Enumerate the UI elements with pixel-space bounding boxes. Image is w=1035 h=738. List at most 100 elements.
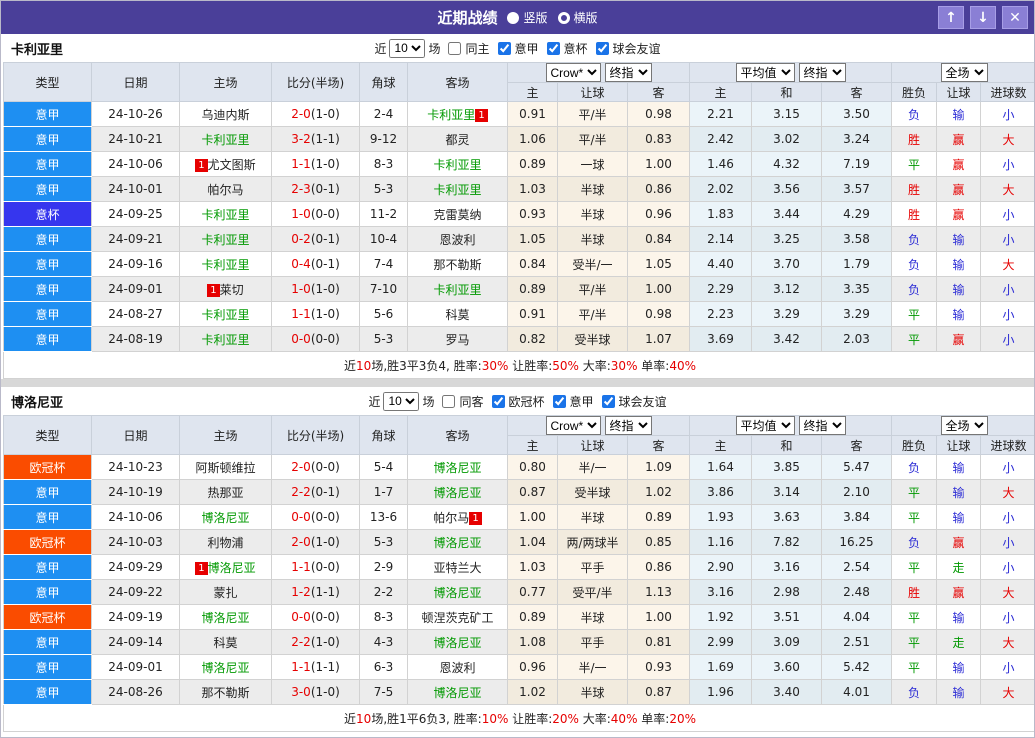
scope-select[interactable]: 全场 — [940, 63, 988, 82]
filter-checkbox[interactable] — [546, 41, 560, 55]
home-team: 卡利亚里 — [179, 126, 272, 152]
home-team: 1 博洛尼亚 — [179, 554, 272, 580]
average-select[interactable]: 平均值 — [735, 63, 795, 82]
match-date: 24-08-19 — [91, 326, 180, 352]
avg-draw: 3.09 — [751, 629, 822, 655]
odds-away: 0.86 — [627, 176, 690, 202]
home-team: 卡利亚里 — [179, 301, 272, 327]
filter-near-label: 近 — [374, 41, 387, 56]
red-card-badge: 1 — [475, 108, 488, 122]
scope-select[interactable]: 全场 — [940, 416, 988, 435]
halftime-score: (1-0) — [310, 685, 340, 699]
result-outcome: 负 — [891, 226, 938, 252]
league-badge: 意甲 — [3, 301, 92, 327]
away-team: 博洛尼亚 — [407, 454, 508, 480]
result-goals: 小 — [980, 276, 1034, 302]
match-row: 意甲 24-10-06 1 尤文图斯 1-1(1-0) 8-3 卡利亚里 0.89 一球 1.00… — [3, 151, 1034, 177]
layout-radio-vertical[interactable]: 竖版 — [507, 9, 548, 26]
result-outcome: 平 — [891, 554, 938, 580]
odds-away: 1.00 — [627, 604, 690, 630]
avg-away: 3.58 — [820, 226, 893, 252]
odds-handicap: 平/半 — [557, 301, 628, 327]
final-index-select[interactable]: 终指 — [604, 63, 652, 82]
close-button[interactable]: ✕ — [1002, 6, 1028, 29]
match-date: 24-09-19 — [91, 604, 180, 630]
match-row: 意甲 24-08-19 卡利亚里 0-0(0-0) 5-3 罗马 0.82 受半球 1.07 3.… — [3, 326, 1034, 352]
move-up-button[interactable]: ↑ — [938, 6, 964, 29]
home-team-name: 卡利亚里 — [201, 207, 250, 222]
filter-checkbox[interactable] — [595, 41, 609, 55]
column-header: 日期 — [91, 415, 180, 455]
layout-radio-horizontal[interactable]: 横版 — [557, 9, 598, 26]
away-team: 博洛尼亚 — [407, 479, 508, 505]
fulltime-score: 1-2 — [291, 585, 311, 599]
filter-checkbox-label: 同主 — [465, 41, 490, 56]
move-down-button[interactable]: ↓ — [970, 6, 996, 29]
result-goals: 小 — [980, 226, 1034, 252]
section-header: 卡利亚里 近 10 场 同主 意甲 意杯 球会友谊 — [3, 34, 1032, 62]
fulltime-score: 2-2 — [291, 635, 311, 649]
home-team-name: 利物浦 — [207, 535, 244, 550]
filter-checkbox[interactable] — [491, 394, 505, 408]
column-header: 日期 — [91, 62, 180, 102]
fulltime-score: 1-1 — [291, 660, 311, 674]
final-index-select[interactable]: 终指 — [798, 63, 846, 82]
avg-home: 2.42 — [689, 126, 752, 152]
summary-row: 近10场,胜1平6负3, 胜率:10% 让胜率:20% 大率:40% 单率:20… — [2, 704, 1034, 732]
final-index-select[interactable]: 终指 — [604, 416, 652, 435]
summary-row: 近10场,胜3平3负4, 胜率:30% 让胜率:50% 大率:30% 单率:40… — [2, 351, 1034, 379]
result-goals: 小 — [980, 201, 1034, 227]
odds-away: 1.00 — [627, 151, 690, 177]
odds-provider-select[interactable]: Crow* — [545, 63, 601, 82]
games-count-select[interactable]: 10 — [383, 391, 420, 411]
match-row: 意甲 24-10-19 热那亚 2-2(0-1) 1-7 博洛尼亚 0.87 受半球 1.02 3… — [3, 479, 1034, 505]
summary-segment: 单率: — [637, 358, 670, 373]
column-subheader: 和 — [751, 435, 822, 455]
fulltime-score: 1-1 — [291, 307, 311, 321]
summary-segment: 40% — [610, 711, 638, 726]
filter-checkbox[interactable] — [442, 394, 456, 408]
recent-results-window: 近期战绩 竖版 横版 ↑ ↓ ✕ 卡利亚里近 10 场同主 意甲 意杯 球会友谊 类型 日期主… — [0, 0, 1035, 738]
odds-away: 0.98 — [627, 301, 690, 327]
odds-handicap: 受平/半 — [557, 579, 628, 605]
filter-checkbox[interactable] — [601, 394, 615, 408]
result-goals: 大 — [980, 176, 1034, 202]
match-row: 意杯 24-09-25 卡利亚里 1-0(0-0) 11-2 克雷莫纳 0.93 半球 0.96… — [3, 201, 1034, 227]
filter-checkbox[interactable] — [552, 394, 566, 408]
column-subheader: 主 — [507, 82, 558, 102]
home-team: 蒙扎 — [179, 579, 272, 605]
avg-home: 1.16 — [689, 529, 752, 555]
column-subheader: 胜负 — [891, 435, 938, 455]
filter-checkbox[interactable] — [497, 41, 511, 55]
avg-away: 5.42 — [820, 654, 893, 680]
fulltime-score: 1-0 — [291, 207, 311, 221]
odds-handicap: 受半球 — [557, 479, 628, 505]
match-score: 1-1(1-0) — [271, 301, 360, 327]
average-select[interactable]: 平均值 — [735, 416, 795, 435]
odds-away: 0.84 — [627, 226, 690, 252]
odds-provider-select[interactable]: Crow* — [545, 416, 601, 435]
close-icon: ✕ — [1009, 9, 1021, 26]
filter-checkbox-label: 同客 — [459, 394, 484, 409]
games-count-select[interactable]: 10 — [389, 38, 426, 58]
corner-count: 7-5 — [359, 679, 408, 705]
corner-count: 4-3 — [359, 629, 408, 655]
final-index-select[interactable]: 终指 — [798, 416, 846, 435]
fulltime-score: 3-2 — [291, 132, 311, 146]
summary-segment: 30% — [481, 358, 509, 373]
column-header: 类型 — [3, 62, 92, 102]
match-score: 1-1(0-0) — [271, 554, 360, 580]
odds-handicap: 平/半 — [557, 276, 628, 302]
avg-away: 2.10 — [820, 479, 893, 505]
home-team-name: 博洛尼亚 — [201, 510, 250, 525]
match-score: 0-0(0-0) — [271, 604, 360, 630]
home-team-name: 博洛尼亚 — [201, 660, 250, 675]
filter-checkbox[interactable] — [448, 41, 462, 55]
result-outcome: 胜 — [891, 201, 938, 227]
league-badge: 意甲 — [3, 251, 92, 277]
header-group: 平均值 终指 — [688, 62, 893, 83]
odds-handicap: 受半/一 — [557, 251, 628, 277]
corner-count: 5-4 — [359, 454, 408, 480]
odds-home: 1.05 — [507, 226, 558, 252]
match-row: 意甲 24-09-21 卡利亚里 0-2(0-1) 10-4 恩波利 1.05 半球 0.84 2… — [3, 226, 1034, 252]
